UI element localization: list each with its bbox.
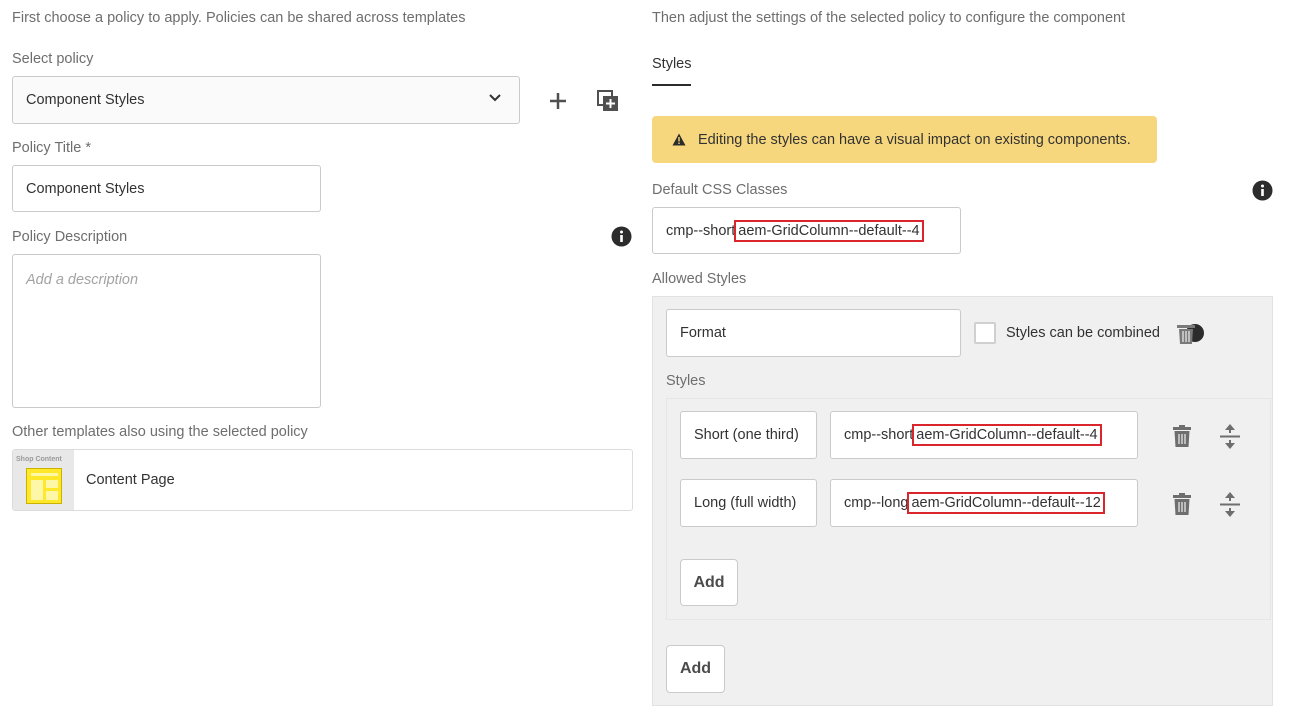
- delete-group-button[interactable]: [1175, 322, 1205, 346]
- add-style-group-button[interactable]: Add: [666, 645, 725, 693]
- info-icon[interactable]: [1251, 179, 1273, 201]
- style-name-value: Short (one third): [694, 427, 799, 443]
- style-name-input[interactable]: Long (full width): [680, 479, 817, 527]
- default-css-input[interactable]: cmp--short aem-GridColumn--default--4: [652, 207, 961, 254]
- style-class-input[interactable]: cmp--short aem-GridColumn--default--4: [830, 411, 1138, 459]
- tab-underline: [652, 84, 691, 86]
- template-thumbnail: Shop Content: [13, 450, 74, 510]
- default-css-highlight: aem-GridColumn--default--4: [734, 219, 924, 242]
- other-templates-label: Other templates also using the selected …: [12, 424, 308, 440]
- style-group-name-value: Format: [680, 325, 726, 341]
- trash-icon: [1177, 324, 1204, 344]
- select-policy-value: Component Styles: [26, 92, 145, 108]
- chevron-down-icon: [489, 94, 501, 102]
- combine-checkbox[interactable]: [974, 322, 996, 344]
- drag-handle-icon[interactable]: [1218, 423, 1242, 449]
- style-name-value: Long (full width): [694, 495, 797, 511]
- warning-icon: [672, 133, 686, 146]
- style-class-prefix: cmp--short: [844, 427, 914, 443]
- styles-sublabel: Styles: [666, 373, 706, 389]
- warning-banner: Editing the styles can have a visual imp…: [652, 116, 1157, 163]
- policy-title-input[interactable]: Component Styles: [12, 165, 321, 212]
- trash-icon: [1173, 492, 1191, 515]
- policy-title-value: Component Styles: [26, 180, 145, 197]
- duplicate-icon: [597, 90, 618, 111]
- delete-style-button[interactable]: [1170, 492, 1194, 516]
- default-css-label: Default CSS Classes: [652, 182, 788, 198]
- add-policy-button[interactable]: [546, 89, 570, 113]
- policy-description-placeholder: Add a description: [26, 272, 139, 288]
- template-list-item[interactable]: Shop Content Content Page: [12, 449, 633, 511]
- template-thumbnail-text: Shop Content: [16, 456, 62, 463]
- style-class-input[interactable]: cmp--long aem-GridColumn--default--12: [830, 479, 1138, 527]
- left-intro-text: First choose a policy to apply. Policies…: [12, 10, 466, 26]
- warning-text: Editing the styles can have a visual imp…: [698, 131, 1131, 148]
- trash-icon: [1173, 424, 1191, 447]
- select-policy-dropdown[interactable]: Component Styles: [12, 76, 520, 124]
- style-group-name-input[interactable]: Format: [666, 309, 961, 357]
- allowed-styles-label: Allowed Styles: [652, 271, 747, 287]
- style-name-input[interactable]: Short (one third): [680, 411, 817, 459]
- template-name: Content Page: [86, 472, 175, 488]
- info-icon[interactable]: [610, 225, 632, 247]
- right-intro-text: Then adjust the settings of the selected…: [652, 10, 1126, 26]
- default-css-prefix: cmp--short: [666, 222, 736, 239]
- delete-style-button[interactable]: [1170, 424, 1194, 448]
- policy-description-label: Policy Description: [12, 229, 128, 245]
- add-style-button[interactable]: Add: [680, 559, 738, 606]
- policy-title-label: Policy Title *: [12, 140, 91, 156]
- tab-styles[interactable]: Styles: [652, 56, 692, 72]
- combine-label: Styles can be combined: [1006, 325, 1160, 341]
- style-class-highlight: aem-GridColumn--default--4: [912, 424, 1102, 446]
- drag-handle-icon[interactable]: [1218, 491, 1242, 517]
- style-class-prefix: cmp--long: [844, 495, 909, 511]
- duplicate-policy-button[interactable]: [595, 89, 621, 113]
- plus-icon: [550, 93, 566, 109]
- policy-description-textarea[interactable]: Add a description: [12, 254, 321, 408]
- style-class-highlight: aem-GridColumn--default--12: [907, 492, 1105, 514]
- select-policy-label: Select policy: [12, 51, 94, 67]
